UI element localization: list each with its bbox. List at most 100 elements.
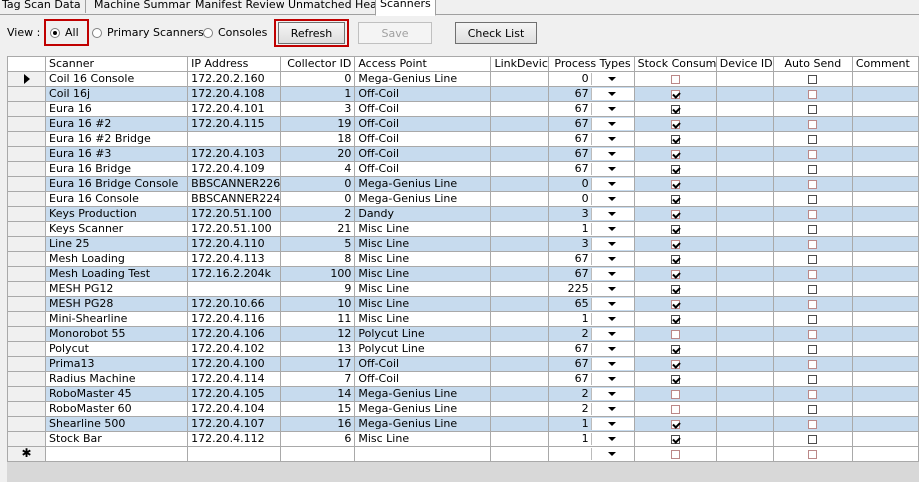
cell-access-point[interactable]: Misc Line: [354, 296, 492, 312]
save-button[interactable]: Save: [358, 22, 432, 44]
cell-scanner[interactable]: Eura 16 #2 Bridge: [45, 131, 189, 147]
auto-send-checkbox[interactable]: [808, 404, 818, 414]
chevron-down-icon[interactable]: [590, 208, 634, 220]
cell-link-device[interactable]: [490, 266, 549, 282]
cell-collector-id[interactable]: 21: [280, 221, 356, 237]
cell-stock-consumer[interactable]: [633, 386, 717, 402]
row-selector[interactable]: [7, 431, 47, 447]
cell-collector-id[interactable]: 17: [280, 356, 356, 372]
cell-stock-consumer[interactable]: [633, 431, 717, 447]
cell-access-point[interactable]: Mega-Genius Line: [354, 191, 492, 207]
row-selector[interactable]: [7, 86, 47, 102]
col-link-device[interactable]: LinkDevice: [490, 56, 549, 72]
cell-collector-id[interactable]: 15: [280, 401, 356, 417]
auto-send-checkbox[interactable]: [808, 179, 818, 189]
cell-process-types[interactable]: 1: [547, 221, 635, 237]
auto-send-checkbox[interactable]: [808, 89, 818, 99]
cell-auto-send[interactable]: [772, 116, 853, 132]
row-selector[interactable]: [7, 341, 47, 357]
cell-auto-send[interactable]: [772, 386, 853, 402]
new-cell-link-device[interactable]: [490, 446, 549, 462]
cell-process-types[interactable]: 1: [547, 416, 635, 432]
cell-auto-send[interactable]: [772, 326, 853, 342]
cell-scanner[interactable]: Mesh Loading: [45, 251, 189, 267]
cell-ip-address[interactable]: 172.20.10.66: [187, 296, 282, 312]
cell-access-point[interactable]: Misc Line: [354, 251, 492, 267]
stock-consumer-checkbox[interactable]: [670, 419, 680, 429]
cell-link-device[interactable]: [490, 86, 549, 102]
row-selector[interactable]: [7, 191, 47, 207]
cell-collector-id[interactable]: 13: [280, 341, 356, 357]
stock-consumer-checkbox[interactable]: [670, 209, 680, 219]
row-selector[interactable]: [7, 296, 47, 312]
cell-access-point[interactable]: Off-Coil: [354, 356, 492, 372]
cell-collector-id[interactable]: 100: [280, 266, 356, 282]
cell-access-point[interactable]: Misc Line: [354, 266, 492, 282]
cell-collector-id[interactable]: 20: [280, 146, 356, 162]
table-row[interactable]: Coil 16j 172.20.4.108 1 Off-Coil 67: [7, 86, 919, 102]
new-cell-stock-consumer[interactable]: [633, 446, 717, 462]
auto-send-checkbox[interactable]: [808, 284, 818, 294]
tab-tag-scan-data[interactable]: Tag Scan Data: [0, 0, 86, 13]
cell-ip-address[interactable]: 172.20.4.113: [187, 251, 282, 267]
scanners-grid[interactable]: Scanner IP Address Collector ID Access P…: [7, 56, 919, 482]
cell-stock-consumer[interactable]: [633, 146, 717, 162]
cell-comment[interactable]: [851, 71, 919, 87]
radio-all-dot[interactable]: [50, 27, 60, 38]
auto-send-checkbox[interactable]: [808, 74, 818, 84]
chevron-down-icon[interactable]: [590, 298, 634, 310]
cell-link-device[interactable]: [490, 296, 549, 312]
col-process-types[interactable]: Process Types: [547, 56, 635, 72]
cell-stock-consumer[interactable]: [633, 281, 717, 297]
cell-comment[interactable]: [851, 356, 919, 372]
row-selector[interactable]: [7, 386, 47, 402]
cell-access-point[interactable]: Off-Coil: [354, 116, 492, 132]
cell-process-types[interactable]: 3: [547, 206, 635, 222]
cell-collector-id[interactable]: 4: [280, 161, 356, 177]
chevron-down-icon[interactable]: [590, 313, 634, 325]
auto-send-checkbox[interactable]: [808, 164, 818, 174]
row-selector[interactable]: [7, 101, 47, 117]
chevron-down-icon[interactable]: [590, 88, 634, 100]
chevron-down-icon[interactable]: [590, 403, 634, 415]
cell-collector-id[interactable]: 0: [280, 176, 356, 192]
cell-device-id[interactable]: [715, 146, 774, 162]
cell-collector-id[interactable]: 12: [280, 326, 356, 342]
cell-scanner[interactable]: Eura 16 #2: [45, 116, 189, 132]
cell-auto-send[interactable]: [772, 131, 853, 147]
cell-link-device[interactable]: [490, 221, 549, 237]
table-row[interactable]: Radius Machine 172.20.4.114 7 Off-Coil 67: [7, 371, 919, 387]
cell-access-point[interactable]: Mega-Genius Line: [354, 176, 492, 192]
cell-link-device[interactable]: [490, 311, 549, 327]
cell-link-device[interactable]: [490, 116, 549, 132]
chevron-down-icon[interactable]: [590, 328, 634, 340]
cell-collector-id[interactable]: 18: [280, 131, 356, 147]
table-row[interactable]: MESH PG12 9 Misc Line 225: [7, 281, 919, 297]
row-selector[interactable]: [7, 71, 47, 87]
chevron-down-icon[interactable]: [590, 163, 634, 175]
cell-ip-address[interactable]: 172.20.4.107: [187, 416, 282, 432]
cell-ip-address[interactable]: 172.20.4.112: [187, 431, 282, 447]
cell-scanner[interactable]: Eura 16: [45, 101, 189, 117]
stock-consumer-checkbox[interactable]: [670, 239, 680, 249]
auto-send-checkbox[interactable]: [808, 269, 818, 279]
table-row[interactable]: Mini-Shearline 172.20.4.116 11 Misc Line 1: [7, 311, 919, 327]
cell-ip-address[interactable]: 172.16.2.204k: [187, 266, 282, 282]
col-ip-address[interactable]: IP Address: [187, 56, 282, 72]
cell-stock-consumer[interactable]: [633, 221, 717, 237]
cell-process-types[interactable]: 225: [547, 281, 635, 297]
cell-scanner[interactable]: Eura 16 #3: [45, 146, 189, 162]
cell-auto-send[interactable]: [772, 401, 853, 417]
cell-process-types[interactable]: 67: [547, 251, 635, 267]
row-selector[interactable]: [7, 311, 47, 327]
cell-ip-address[interactable]: 172.20.51.100: [187, 206, 282, 222]
cell-access-point[interactable]: Misc Line: [354, 236, 492, 252]
auto-send-checkbox[interactable]: [808, 239, 818, 249]
cell-auto-send[interactable]: [772, 251, 853, 267]
cell-stock-consumer[interactable]: [633, 206, 717, 222]
cell-access-point[interactable]: Mega-Genius Line: [354, 71, 492, 87]
cell-scanner[interactable]: MESH PG12: [45, 281, 189, 297]
auto-send-checkbox[interactable]: [808, 434, 818, 444]
cell-device-id[interactable]: [715, 116, 774, 132]
cell-device-id[interactable]: [715, 236, 774, 252]
